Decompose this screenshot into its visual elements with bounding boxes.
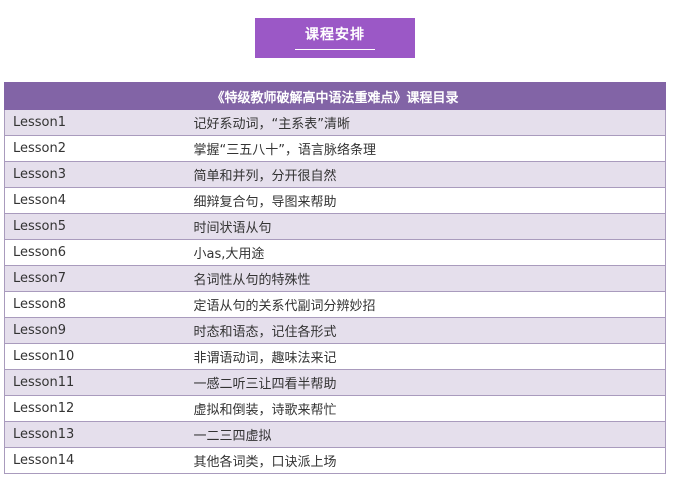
topic-cell: 其他各词类，口诀派上场 (185, 447, 667, 474)
lesson-cell: Lesson4 (4, 187, 186, 214)
topic-cell: 时间状语从句 (185, 213, 667, 240)
lesson-cell: Lesson7 (4, 265, 186, 292)
topic-cell: 定语从句的关系代副词分辨妙招 (185, 291, 667, 318)
table-row: Lesson7 名词性从句的特殊性 (4, 265, 667, 292)
table-row: Lesson8 定语从句的关系代副词分辨妙招 (4, 291, 667, 318)
topic-cell: 记好系动词，“主系表”清晰 (185, 109, 667, 136)
table-header: 《特级教师破解高中语法重难点》课程目录 (3, 82, 667, 110)
lesson-cell: Lesson8 (4, 291, 186, 318)
lesson-cell: Lesson9 (4, 317, 186, 344)
table-row: Lesson12 虚拟和倒装，诗歌来帮忙 (4, 395, 667, 422)
table-row: Lesson3 简单和并列，分开很自然 (4, 161, 667, 188)
lesson-cell: Lesson10 (4, 343, 186, 370)
lesson-cell: Lesson12 (4, 395, 186, 422)
table-row: Lesson9 时态和语态，记住各形式 (4, 317, 667, 344)
topic-cell: 时态和语态，记住各形式 (185, 317, 667, 344)
course-table: 《特级教师破解高中语法重难点》课程目录 Lesson1 记好系动词，“主系表”清… (3, 82, 667, 474)
lesson-cell: Lesson14 (4, 447, 186, 474)
table-row: Lesson1 记好系动词，“主系表”清晰 (4, 109, 667, 136)
topic-cell: 一感二听三让四看半帮助 (185, 369, 667, 396)
table-row: Lesson11 一感二听三让四看半帮助 (4, 369, 667, 396)
topic-cell: 小as,大用途 (185, 239, 667, 266)
topic-cell: 一二三四虚拟 (185, 421, 667, 448)
topic-cell: 虚拟和倒装，诗歌来帮忙 (185, 395, 667, 422)
topic-cell: 简单和并列，分开很自然 (185, 161, 667, 188)
lesson-cell: Lesson13 (4, 421, 186, 448)
banner-underline (295, 49, 375, 50)
lesson-cell: Lesson3 (4, 161, 186, 188)
table-row: Lesson6 小as,大用途 (4, 239, 667, 266)
table-row: Lesson14 其他各词类，口诀派上场 (4, 447, 667, 474)
table-row: Lesson5 时间状语从句 (4, 213, 667, 240)
topic-cell: 名词性从句的特殊性 (185, 265, 667, 292)
lesson-cell: Lesson1 (4, 109, 186, 136)
table-row: Lesson4 细辩复合句，导图来帮助 (4, 187, 667, 214)
lesson-cell: Lesson5 (4, 213, 186, 240)
table-row: Lesson10 非谓语动词，趣味法来记 (4, 343, 667, 370)
course-schedule-banner: 课程安排 (255, 18, 415, 58)
topic-cell: 掌握“三五八十”，语言脉络条理 (185, 135, 667, 162)
table-row: Lesson2 掌握“三五八十”，语言脉络条理 (4, 135, 667, 162)
banner-title: 课程安排 (305, 27, 365, 43)
topic-cell: 细辩复合句，导图来帮助 (185, 187, 667, 214)
table-header-row: 《特级教师破解高中语法重难点》课程目录 (3, 82, 667, 110)
lesson-cell: Lesson6 (4, 239, 186, 266)
table-row: Lesson13 一二三四虚拟 (4, 421, 667, 448)
lesson-cell: Lesson11 (4, 369, 186, 396)
topic-cell: 非谓语动词，趣味法来记 (185, 343, 667, 370)
lesson-cell: Lesson2 (4, 135, 186, 162)
